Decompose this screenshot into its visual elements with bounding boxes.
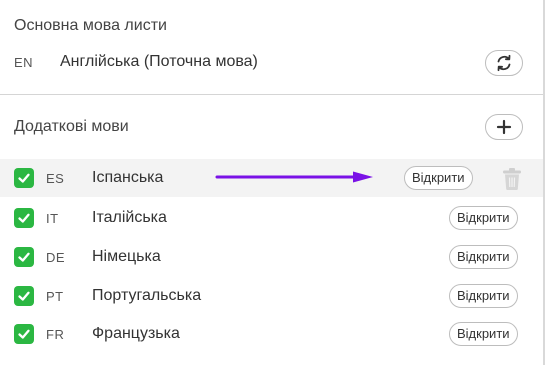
primary-language-code: EN bbox=[14, 55, 34, 70]
language-checkbox-it[interactable] bbox=[14, 208, 34, 228]
language-name: Іспанська bbox=[92, 169, 164, 186]
language-checkbox-es[interactable] bbox=[14, 168, 34, 188]
checkmark-icon bbox=[18, 329, 30, 339]
primary-language-title: Основна мова листи bbox=[14, 17, 167, 34]
language-name: Італійська bbox=[92, 209, 167, 226]
open-language-button-es[interactable]: Відкрити bbox=[404, 166, 473, 190]
language-code: DE bbox=[46, 250, 66, 265]
language-name: Португальська bbox=[92, 287, 202, 304]
language-row-pt: PT Португальська Відкрити bbox=[0, 277, 543, 315]
language-code: ES bbox=[46, 171, 65, 186]
change-primary-language-button[interactable] bbox=[485, 50, 523, 76]
language-code: IT bbox=[46, 211, 59, 226]
refresh-icon bbox=[497, 54, 511, 72]
language-checkbox-fr[interactable] bbox=[14, 324, 34, 344]
annotation-arrow-icon bbox=[215, 171, 373, 183]
language-row-fr: FR Французька Відкрити bbox=[0, 315, 543, 353]
open-language-button-it[interactable]: Відкрити bbox=[449, 206, 518, 230]
open-language-button-pt[interactable]: Відкрити bbox=[449, 284, 518, 308]
language-row-de: DE Німецька Відкрити bbox=[0, 238, 543, 276]
add-language-button[interactable] bbox=[485, 114, 523, 140]
language-row-it: IT Італійська Відкрити bbox=[0, 199, 543, 237]
additional-languages-title: Додаткові мови bbox=[14, 118, 129, 135]
language-code: FR bbox=[46, 327, 65, 342]
plus-icon bbox=[496, 119, 512, 135]
checkmark-icon bbox=[18, 173, 30, 183]
trash-icon[interactable] bbox=[501, 167, 523, 191]
language-name: Французька bbox=[92, 325, 180, 342]
language-checkbox-de[interactable] bbox=[14, 247, 34, 267]
language-row-es: ES Іспанська Відкрити bbox=[0, 159, 543, 197]
primary-language-name: Англійська (Поточна мова) bbox=[60, 53, 258, 70]
language-code: PT bbox=[46, 289, 64, 304]
section-divider bbox=[0, 94, 543, 95]
open-language-button-de[interactable]: Відкрити bbox=[449, 245, 518, 269]
checkmark-icon bbox=[18, 213, 30, 223]
checkmark-icon bbox=[18, 291, 30, 301]
checkmark-icon bbox=[18, 252, 30, 262]
language-name: Німецька bbox=[92, 248, 161, 265]
language-checkbox-pt[interactable] bbox=[14, 286, 34, 306]
language-settings-panel: Основна мова листи EN Англійська (Поточн… bbox=[0, 0, 545, 365]
open-language-button-fr[interactable]: Відкрити bbox=[449, 322, 518, 346]
